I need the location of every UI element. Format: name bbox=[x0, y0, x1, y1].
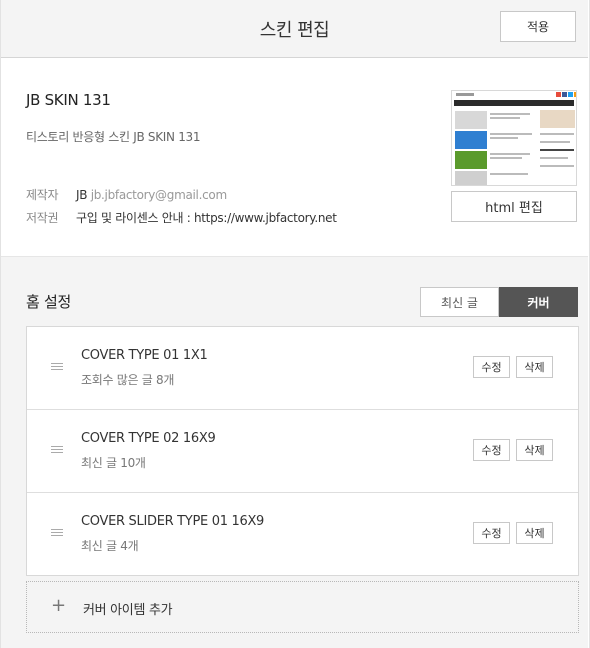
delete-button[interactable]: 삭제 bbox=[516, 356, 553, 378]
list-item: COVER TYPE 02 16X9 최신 글 10개 수정 삭제 bbox=[27, 409, 578, 492]
recent-posts-toggle[interactable]: 최신 글 bbox=[420, 287, 499, 317]
author-name: JB bbox=[76, 188, 88, 202]
plus-icon: + bbox=[51, 595, 67, 616]
drag-handle-icon[interactable] bbox=[51, 529, 63, 538]
license-row: 저작권 구입 및 라이센스 안내 : https://www.jbfactory.… bbox=[26, 209, 337, 226]
license-text: 구입 및 라이센스 안내 : https://www.jbfactory.net bbox=[76, 211, 337, 225]
cover-item-subtitle: 최신 글 4개 bbox=[81, 539, 139, 553]
cover-item-subtitle: 조회수 많은 글 8개 bbox=[81, 373, 175, 387]
add-cover-item-button[interactable]: + 커버 아이템 추가 bbox=[26, 581, 579, 633]
drag-handle-icon[interactable] bbox=[51, 363, 63, 372]
home-settings-title: 홈 설정 bbox=[26, 293, 71, 311]
cover-item-title: COVER TYPE 02 16X9 bbox=[81, 431, 216, 446]
delete-button[interactable]: 삭제 bbox=[516, 439, 553, 461]
edit-button[interactable]: 수정 bbox=[473, 439, 510, 461]
editor-header: 스킨 편집 적용 bbox=[1, 0, 588, 58]
cover-toggle[interactable]: 커버 bbox=[499, 287, 578, 317]
list-item: COVER TYPE 01 1X1 조회수 많은 글 8개 수정 삭제 bbox=[27, 327, 578, 409]
drag-handle-icon[interactable] bbox=[51, 446, 63, 455]
home-mode-toggle: 최신 글 커버 bbox=[420, 287, 578, 317]
edit-button[interactable]: 수정 bbox=[473, 356, 510, 378]
list-item: COVER SLIDER TYPE 01 16X9 최신 글 4개 수정 삭제 bbox=[27, 492, 578, 575]
author-email: jb.jbfactory@gmail.com bbox=[90, 188, 227, 202]
cover-item-title: COVER TYPE 01 1X1 bbox=[81, 348, 208, 363]
html-edit-button[interactable]: html 편집 bbox=[451, 191, 577, 222]
author-row: 제작자 JB jb.jbfactory@gmail.com bbox=[26, 186, 227, 203]
delete-button[interactable]: 삭제 bbox=[516, 522, 553, 544]
cover-item-subtitle: 최신 글 10개 bbox=[81, 456, 146, 470]
skin-preview-thumbnail bbox=[451, 90, 577, 186]
author-label: 제작자 bbox=[26, 188, 59, 202]
add-cover-item-label: 커버 아이템 추가 bbox=[83, 603, 173, 618]
edit-button[interactable]: 수정 bbox=[473, 522, 510, 544]
home-settings-section: 홈 설정 최신 글 커버 COVER TYPE 01 1X1 조회수 많은 글 … bbox=[1, 257, 588, 648]
license-label: 저작권 bbox=[26, 211, 59, 225]
skin-info-section: JB SKIN 131 티스토리 반응형 스킨 JB SKIN 131 제작자 J… bbox=[1, 58, 588, 257]
apply-button[interactable]: 적용 bbox=[500, 11, 576, 42]
skin-name: JB SKIN 131 bbox=[26, 91, 111, 109]
skin-description: 티스토리 반응형 스킨 JB SKIN 131 bbox=[26, 130, 201, 144]
cover-item-list: COVER TYPE 01 1X1 조회수 많은 글 8개 수정 삭제 COVE… bbox=[26, 326, 579, 576]
cover-item-title: COVER SLIDER TYPE 01 16X9 bbox=[81, 514, 265, 529]
